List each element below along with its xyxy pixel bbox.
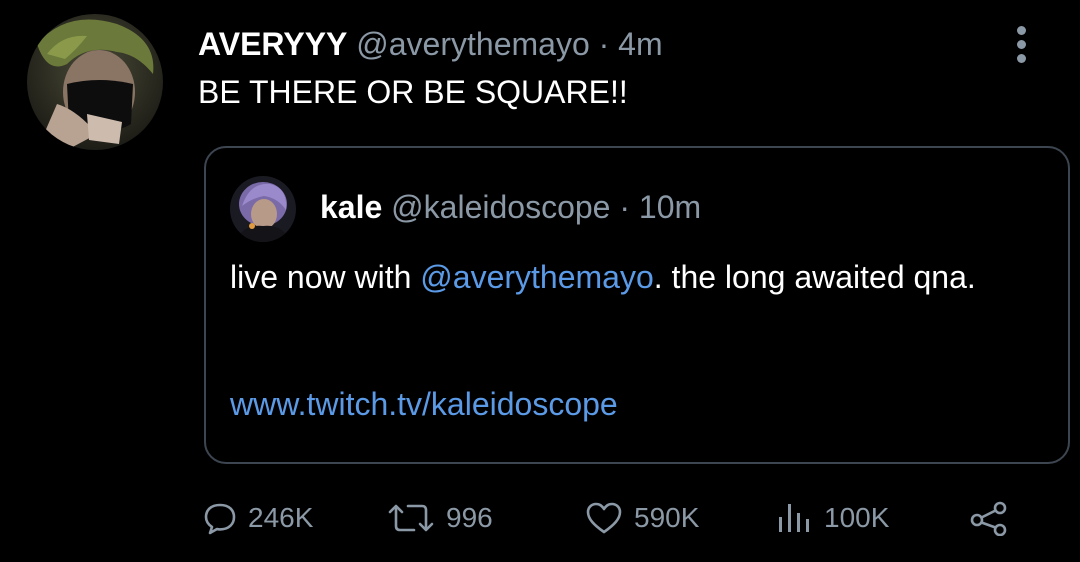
- author-display-name[interactable]: AVERYYY: [198, 26, 347, 62]
- reply-count: 246K: [248, 502, 314, 533]
- quoted-tweet-header: kale @kaleidoscope · 10m: [320, 188, 701, 226]
- quoted-text-after: . the long awaited qna.: [653, 259, 976, 295]
- quoted-tweet-text: live now with @averythemayo. the long aw…: [230, 254, 1050, 300]
- more-dot: [1017, 54, 1026, 63]
- retweet-icon: [386, 500, 436, 536]
- quoted-text-before: live now with: [230, 259, 421, 295]
- like-count: 590K: [634, 502, 700, 533]
- more-vertical-icon[interactable]: [1008, 26, 1036, 63]
- views-button[interactable]: 100K: [774, 496, 889, 540]
- quoted-tweet-card[interactable]: kale @kaleidoscope · 10m live now with @…: [204, 146, 1070, 464]
- more-dot: [1017, 40, 1026, 49]
- header-separator: ·: [598, 26, 610, 62]
- retweet-button[interactable]: 996: [386, 496, 493, 540]
- heart-icon: [584, 500, 624, 536]
- retweet-count: 996: [446, 502, 493, 533]
- reply-button[interactable]: 246K: [202, 496, 313, 540]
- tweet-timestamp[interactable]: 4m: [618, 26, 662, 62]
- author-handle[interactable]: @averythemayo: [356, 26, 589, 62]
- quoted-url-link[interactable]: www.twitch.tv/kaleidoscope: [230, 384, 618, 424]
- share-button[interactable]: [968, 496, 1010, 540]
- quoted-author-handle[interactable]: @kaleidoscope: [391, 189, 610, 225]
- tweet-header: AVERYYY @averythemayo · 4m: [198, 26, 663, 62]
- tweet-text: BE THERE OR BE SQUARE!!: [198, 74, 628, 110]
- quoted-header-separator: ·: [619, 189, 630, 225]
- quoted-author-avatar[interactable]: [230, 176, 296, 242]
- views-count: 100K: [824, 502, 890, 533]
- more-dot: [1017, 26, 1026, 35]
- quoted-tweet-timestamp[interactable]: 10m: [639, 189, 701, 225]
- author-avatar[interactable]: [27, 14, 163, 150]
- like-button[interactable]: 590K: [584, 496, 699, 540]
- quoted-mention-link[interactable]: @averythemayo: [420, 259, 653, 295]
- tweet-action-bar: 246K 996 590K 100K: [0, 496, 1080, 540]
- quoted-author-display-name[interactable]: kale: [320, 189, 382, 225]
- analytics-icon: [774, 500, 814, 536]
- reply-icon: [202, 500, 238, 536]
- share-icon: [968, 500, 1010, 536]
- quoted-url-text[interactable]: www.twitch.tv/kaleidoscope: [230, 386, 618, 422]
